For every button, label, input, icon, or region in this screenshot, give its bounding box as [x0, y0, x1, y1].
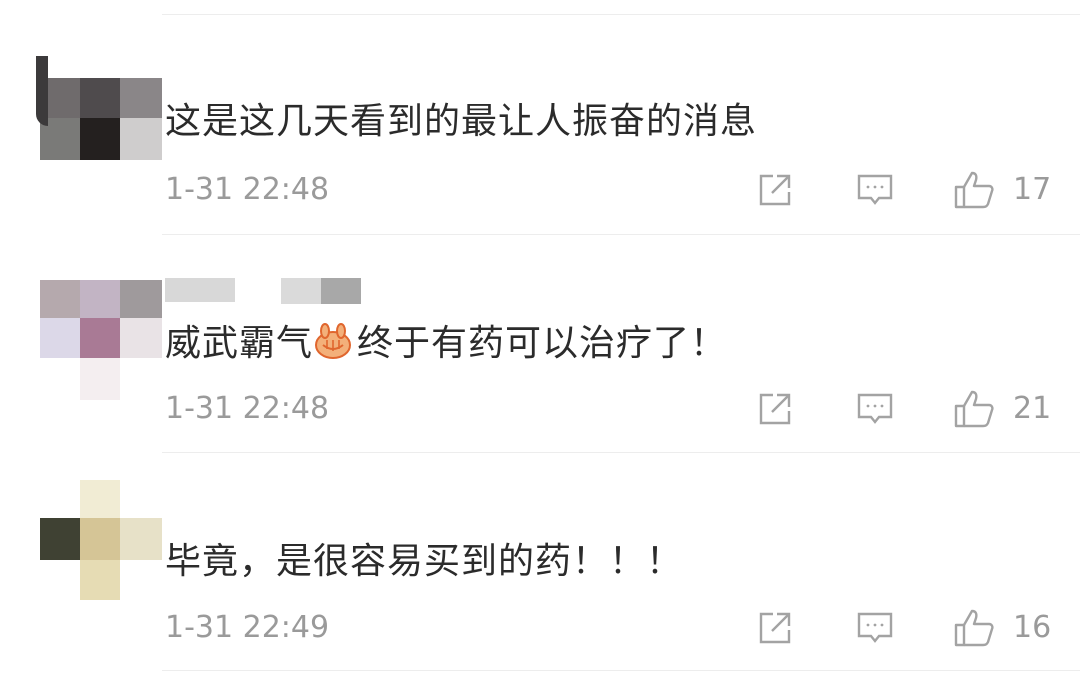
- like-count: 21: [1013, 391, 1052, 426]
- comment-icon: [857, 174, 893, 205]
- reply-button[interactable]: [856, 391, 894, 427]
- avatar[interactable]: [36, 56, 162, 182]
- like-button[interactable]: 21: [953, 389, 1051, 429]
- comment-list: 这是这几天看到的最让人振奋的消息 1-31 22:48 17 威武霸气 终于有药…: [0, 0, 1080, 699]
- like-count: 17: [1013, 172, 1052, 207]
- divider: [162, 14, 1080, 15]
- repost-button[interactable]: [757, 610, 793, 646]
- comment-icon: [857, 393, 893, 424]
- comment-text-part: 终于有药可以治疗了！: [357, 323, 728, 364]
- repost-icon: [759, 174, 791, 206]
- fist-cupped-emoji-icon: [313, 323, 353, 359]
- reply-button[interactable]: [856, 172, 894, 208]
- thumbs-up-icon: [954, 390, 994, 428]
- comment-text: 这是这几天看到的最让人振奋的消息: [165, 101, 758, 142]
- thumbs-up-icon: [954, 609, 994, 647]
- repost-icon: [759, 393, 791, 425]
- username[interactable]: [165, 278, 365, 308]
- comment-text: 威武霸气 终于有药可以治疗了！: [165, 322, 727, 366]
- repost-icon: [759, 612, 791, 644]
- like-count: 16: [1013, 610, 1052, 645]
- divider: [162, 670, 1080, 671]
- comment-icon: [857, 612, 893, 643]
- thumbs-up-icon: [954, 171, 994, 209]
- comment-time: 1-31 22:49: [165, 610, 330, 645]
- like-button[interactable]: 17: [953, 170, 1051, 210]
- reply-button[interactable]: [856, 610, 894, 646]
- comment-text-part: 威武霸气: [165, 323, 314, 364]
- comment-time: 1-31 22:48: [165, 391, 330, 426]
- repost-button[interactable]: [757, 391, 793, 427]
- avatar[interactable]: [36, 480, 162, 600]
- divider: [162, 452, 1080, 453]
- avatar[interactable]: [36, 280, 162, 400]
- comment-text: 毕竟，是很容易买到的药！！！: [165, 541, 684, 582]
- like-button[interactable]: 16: [953, 608, 1051, 648]
- comment-time: 1-31 22:48: [165, 172, 330, 207]
- divider: [162, 234, 1080, 235]
- repost-button[interactable]: [757, 172, 793, 208]
